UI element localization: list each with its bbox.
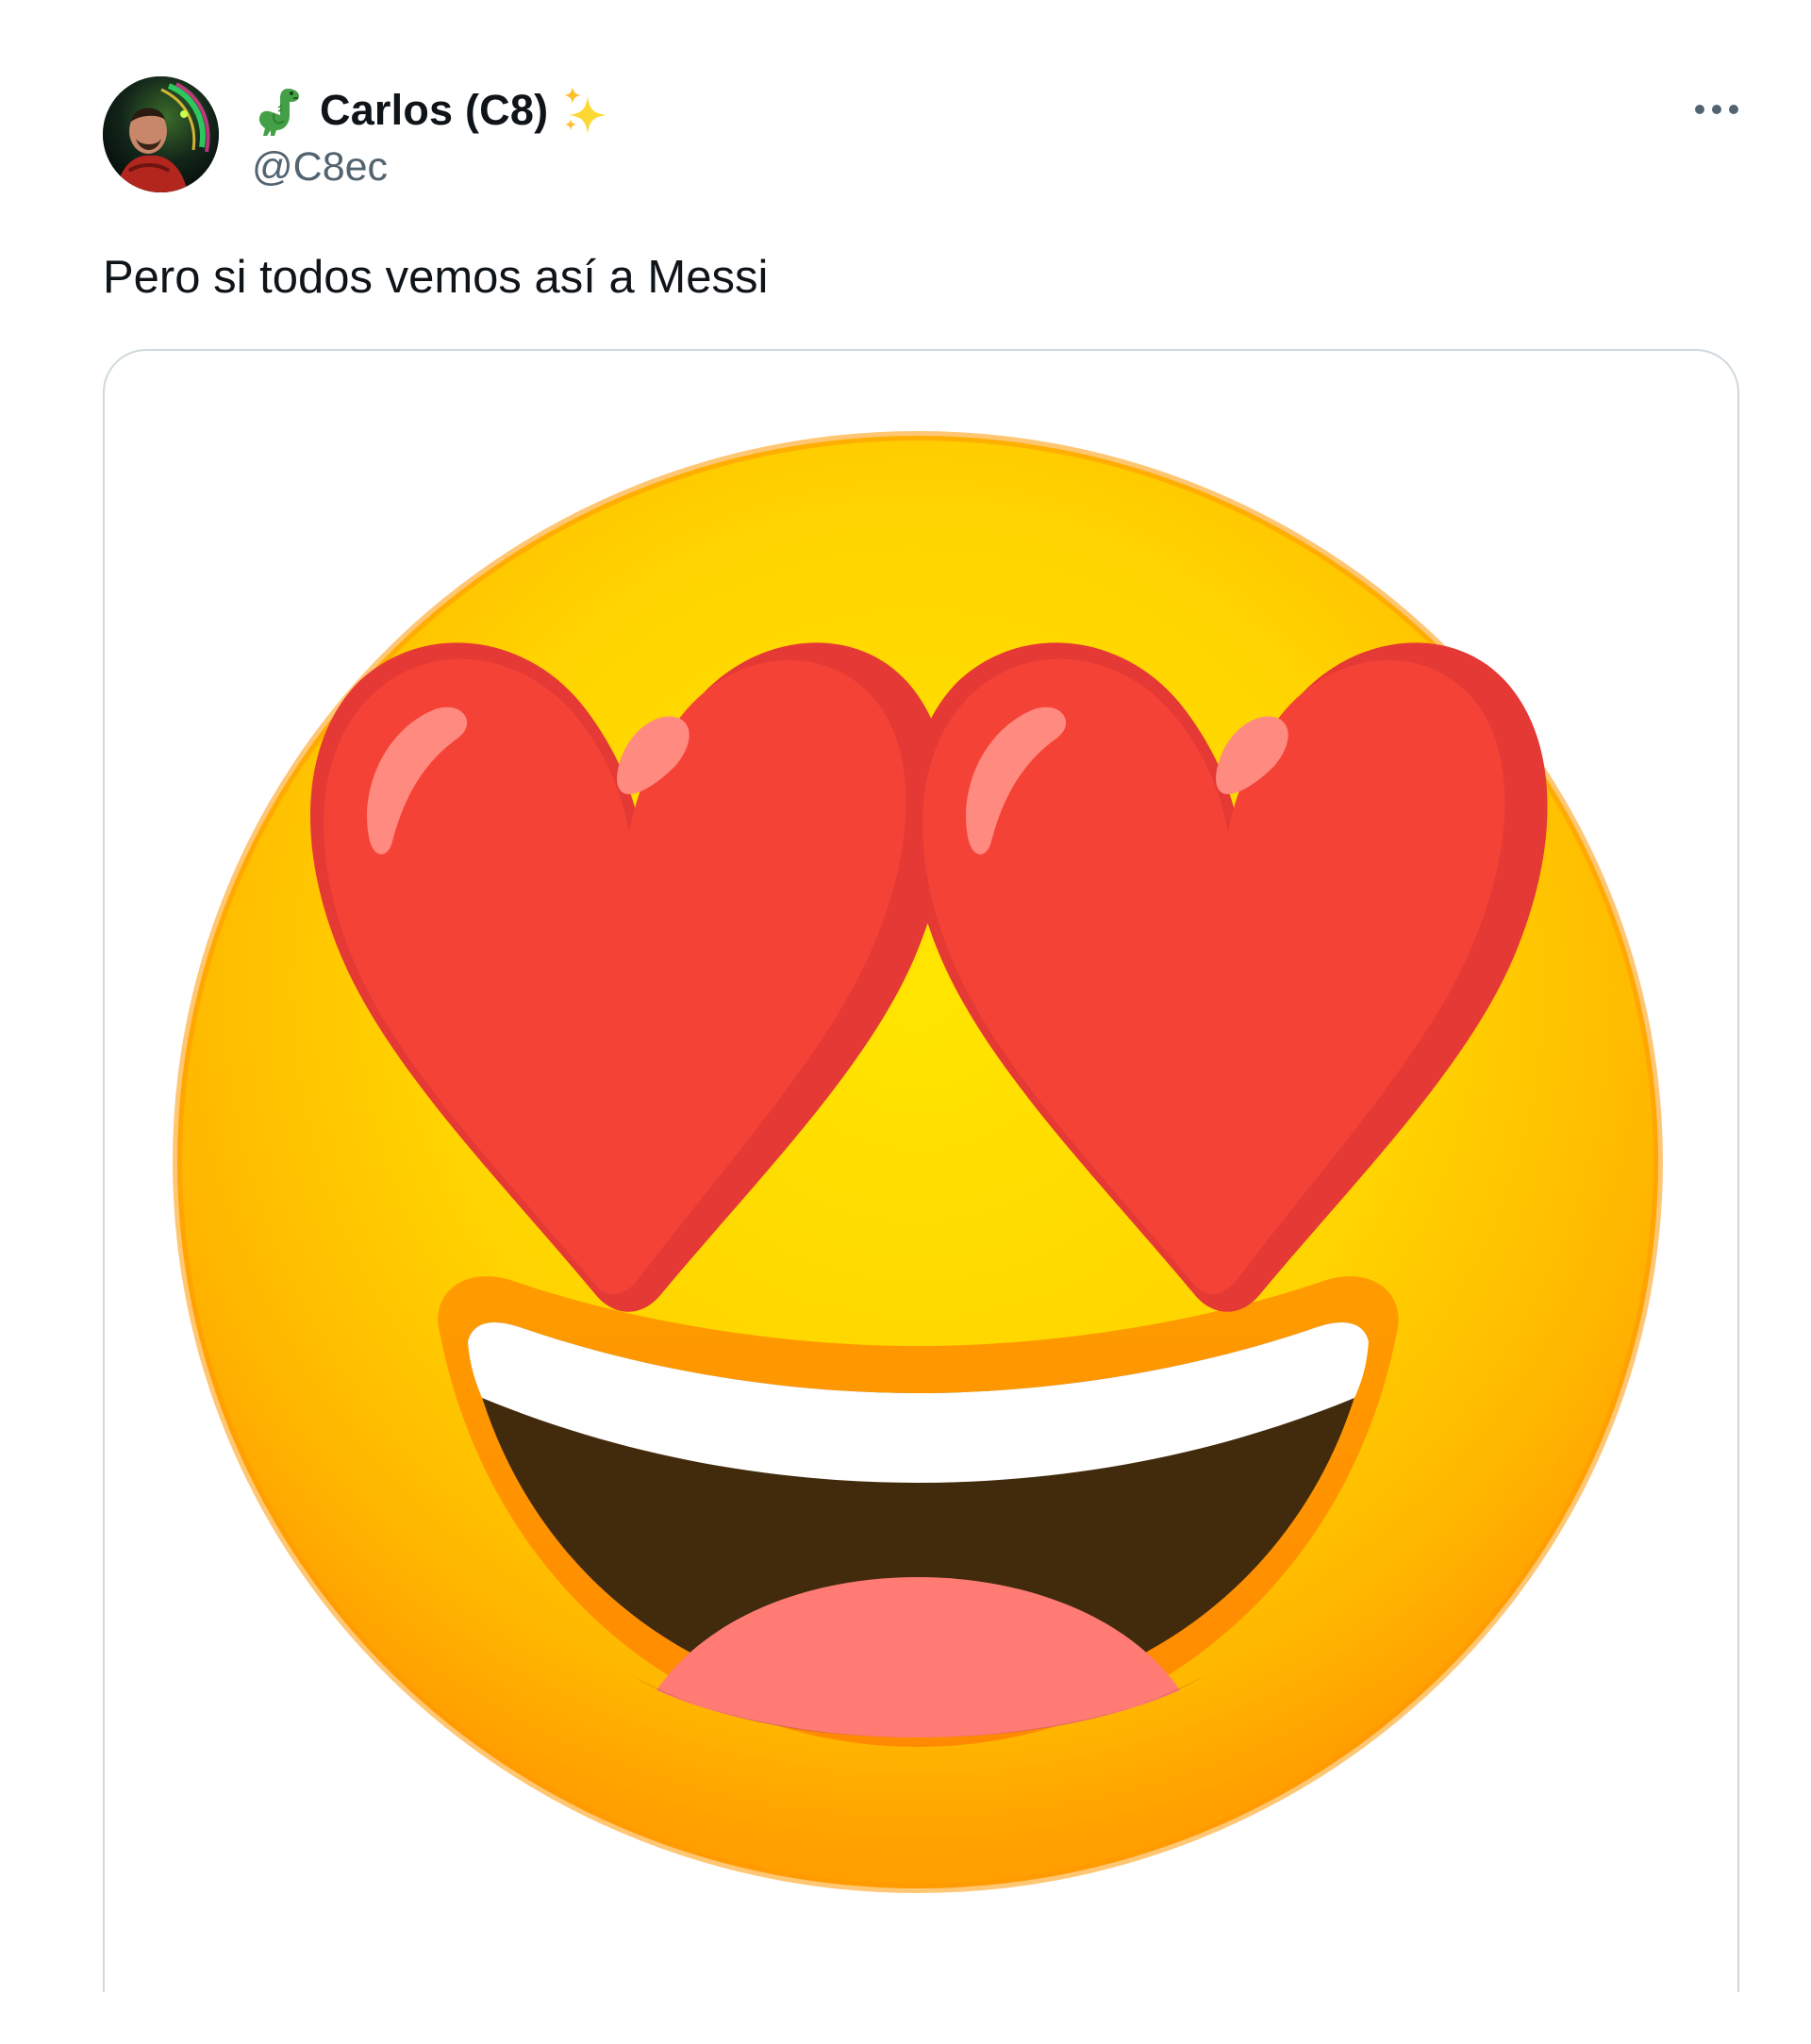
- avatar[interactable]: [103, 76, 219, 192]
- dinosaur-emoji-icon: [252, 83, 307, 138]
- heart-eyes-emoji-image: [173, 431, 1663, 1893]
- display-name-row[interactable]: Carlos (C8): [252, 80, 614, 141]
- tweet-screenshot: Carlos (C8) @C8ec Pero si todos vemos as…: [0, 0, 1811, 2044]
- author-display-name: Carlos (C8): [320, 86, 549, 134]
- sparkles-emoji-icon: [559, 83, 614, 138]
- tweet-media[interactable]: [103, 349, 1739, 1992]
- more-options-icon: [1695, 105, 1738, 114]
- more-options-button[interactable]: [1684, 86, 1750, 133]
- author-info: Carlos (C8) @C8ec: [252, 80, 614, 191]
- tweet-header: Carlos (C8) @C8ec: [103, 76, 1754, 194]
- avatar-image: [103, 76, 219, 192]
- author-handle[interactable]: @C8ec: [252, 142, 614, 191]
- tweet-text: Pero si todos vemos así a Messi: [103, 252, 769, 303]
